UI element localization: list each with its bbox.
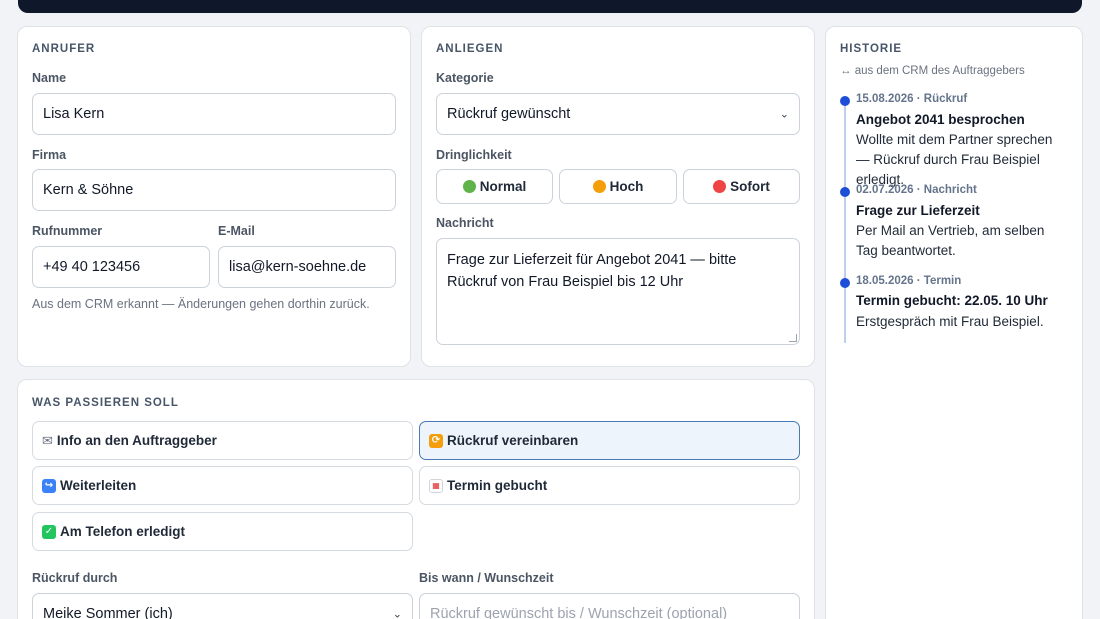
- deadline-label: Bis wann / Wunschzeit: [419, 571, 554, 585]
- history-entry-text: Erstgespräch mit Frau Beispiel.: [856, 314, 1044, 329]
- repeat-icon: ⟳: [429, 433, 443, 448]
- category-label: Kategorie: [436, 71, 494, 85]
- action-forward-button[interactable]: ↪ Weiterleiten: [32, 466, 413, 505]
- history-entry-title: Frage zur Lieferzeit: [856, 203, 980, 218]
- resize-handle-icon[interactable]: [789, 334, 797, 342]
- history-section-title: HISTORIE: [840, 43, 903, 55]
- history-subtitle: ↔ aus dem CRM des Auftraggebers: [840, 65, 1025, 77]
- green-dot-icon: [462, 180, 476, 193]
- action-forward-label: Weiterleiten: [60, 478, 137, 493]
- company-value: Kern & Söhne: [43, 182, 134, 198]
- history-entry-title: Termin gebucht: 22.05. 10 Uhr: [856, 293, 1048, 308]
- concern-section-title: ANLIEGEN: [436, 43, 504, 55]
- forward-icon: ↪: [42, 478, 56, 493]
- email-value: lisa@kern-soehne.de: [229, 259, 367, 275]
- urgency-normal-button[interactable]: Normal: [436, 169, 553, 204]
- orange-dot-icon: [592, 180, 606, 193]
- phone-field[interactable]: +49 40 123456: [32, 246, 210, 288]
- action-appointment-button[interactable]: ▦ Termin gebucht: [419, 466, 800, 505]
- callback-by-value: Meike Sommer (ich): [43, 606, 173, 619]
- phone-value: +49 40 123456: [43, 259, 141, 275]
- history-entry-title: Angebot 2041 besprochen: [856, 112, 1025, 127]
- timeline-dot: [840, 278, 850, 288]
- urgency-high-button[interactable]: Hoch: [559, 169, 677, 204]
- red-dot-icon: [713, 180, 727, 193]
- envelope-icon: ✉: [42, 432, 53, 448]
- history-entry-meta: 02.07.2026 · Nachricht: [856, 184, 977, 196]
- action-info-client-button[interactable]: ✉ Info an den Auftraggeber: [32, 421, 413, 460]
- callback-by-select[interactable]: Meike Sommer (ich) ⌄: [32, 593, 413, 619]
- history-entry-meta: 18.05.2026 · Termin: [856, 275, 962, 287]
- action-done-button[interactable]: ✓ Am Telefon erledigt: [32, 512, 413, 551]
- history-entry-meta: 15.08.2026 · Rückruf: [856, 93, 968, 105]
- timeline-dot: [840, 187, 850, 197]
- urgency-normal-label: Normal: [479, 179, 527, 194]
- deadline-input[interactable]: Rückruf gewünscht bis / Wunschzeit (opti…: [419, 593, 800, 619]
- timeline-dot: [840, 96, 850, 106]
- action-callback-button[interactable]: ⟳ Rückruf vereinbaren: [419, 421, 800, 460]
- email-label: E-Mail: [218, 224, 255, 238]
- urgency-immediate-label: Sofort: [730, 179, 770, 194]
- deadline-placeholder: Rückruf gewünscht bis / Wunschzeit (opti…: [430, 606, 728, 619]
- email-field[interactable]: lisa@kern-soehne.de: [218, 246, 396, 288]
- action-callback-label: Rückruf vereinbaren: [447, 433, 579, 448]
- action-appointment-label: Termin gebucht: [447, 478, 548, 493]
- urgency-high-label: Hoch: [609, 179, 644, 194]
- crm-hint: Aus dem CRM erkannt — Änderungen gehen d…: [32, 297, 370, 311]
- name-value: Lisa Kern: [43, 106, 105, 122]
- name-label: Name: [32, 71, 67, 85]
- actions-section-title: WAS PASSIEREN SOLL: [32, 397, 179, 409]
- history-entry-text: Per Mail an Vertrieb, am selben Tag bean…: [856, 223, 1045, 258]
- message-label: Nachricht: [436, 216, 494, 230]
- category-select[interactable]: Rückruf gewünscht ⌄: [436, 93, 800, 135]
- check-icon: ✓: [42, 524, 56, 539]
- chevron-down-icon: ⌄: [779, 108, 789, 121]
- message-textarea[interactable]: Frage zur Lieferzeit für Angebot 2041 — …: [436, 238, 800, 345]
- urgency-immediate-button[interactable]: Sofort: [683, 169, 800, 204]
- company-field[interactable]: Kern & Söhne: [32, 169, 396, 211]
- history-entry-text: Wollte mit dem Partner sprechen — Rückru…: [856, 132, 1053, 187]
- callback-by-label: Rückruf durch: [32, 571, 118, 585]
- timeline-line: [844, 98, 846, 343]
- name-field[interactable]: Lisa Kern: [32, 93, 396, 135]
- action-info-client-label: Info an den Auftraggeber: [56, 433, 217, 448]
- message-value: Frage zur Lieferzeit für Angebot 2041 — …: [447, 252, 737, 290]
- company-label: Firma: [32, 148, 67, 162]
- action-done-label: Am Telefon erledigt: [60, 524, 186, 539]
- phone-label: Rufnummer: [32, 224, 103, 238]
- calendar-icon: ▦: [429, 478, 443, 493]
- caller-section-title: ANRUFER: [32, 43, 96, 55]
- urgency-label: Dringlichkeit: [436, 148, 512, 162]
- category-value: Rückruf gewünscht: [447, 106, 571, 122]
- chevron-down-icon: ⌄: [392, 608, 402, 619]
- top-bar: [18, 0, 1082, 13]
